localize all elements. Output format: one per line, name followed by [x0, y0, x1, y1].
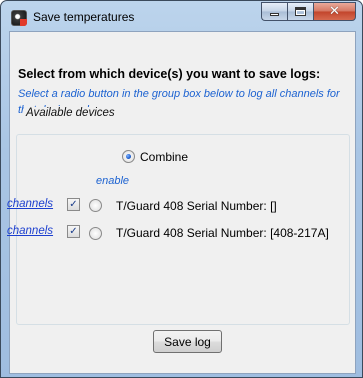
device-2-label: T/Guard 408 Serial Number: [408-217A]: [116, 226, 329, 240]
close-icon: ✕: [329, 4, 340, 19]
dialog-client-area: Select from which device(s) you want to …: [7, 31, 356, 374]
combine-radio[interactable]: [122, 150, 135, 163]
device-1-radio[interactable]: [89, 199, 102, 212]
device-1-label: T/Guard 408 Serial Number: []: [116, 199, 277, 213]
save-log-button[interactable]: Save log: [153, 330, 222, 353]
combine-label: Combine: [140, 150, 189, 164]
maximize-icon: [295, 7, 306, 16]
app-icon: [11, 10, 27, 26]
window-title: Save temperatures: [33, 10, 135, 24]
title-bar[interactable]: Save temperatures ✕: [1, 1, 362, 31]
caption-buttons: ✕: [261, 2, 356, 21]
dialog-heading: Select from which device(s) you want to …: [18, 67, 321, 81]
device-2-radio[interactable]: [89, 227, 102, 240]
enable-checkbox-device-1[interactable]: ✓: [67, 198, 80, 211]
channels-link-device-2[interactable]: channels: [7, 225, 53, 237]
minimize-button[interactable]: [261, 2, 287, 21]
minimize-icon: [270, 13, 279, 16]
checkmark-icon: ✓: [69, 198, 78, 210]
enable-column-label: enable: [96, 175, 130, 187]
groupbox-label: Available devices: [24, 107, 117, 119]
dialog-window: Save temperatures ✕ Select from which de…: [0, 0, 363, 378]
enable-checkbox-device-2[interactable]: ✓: [67, 225, 80, 238]
checkmark-icon: ✓: [69, 225, 78, 237]
close-button[interactable]: ✕: [313, 2, 356, 21]
channels-link-device-1[interactable]: channels: [7, 198, 53, 210]
maximize-button[interactable]: [287, 2, 313, 21]
